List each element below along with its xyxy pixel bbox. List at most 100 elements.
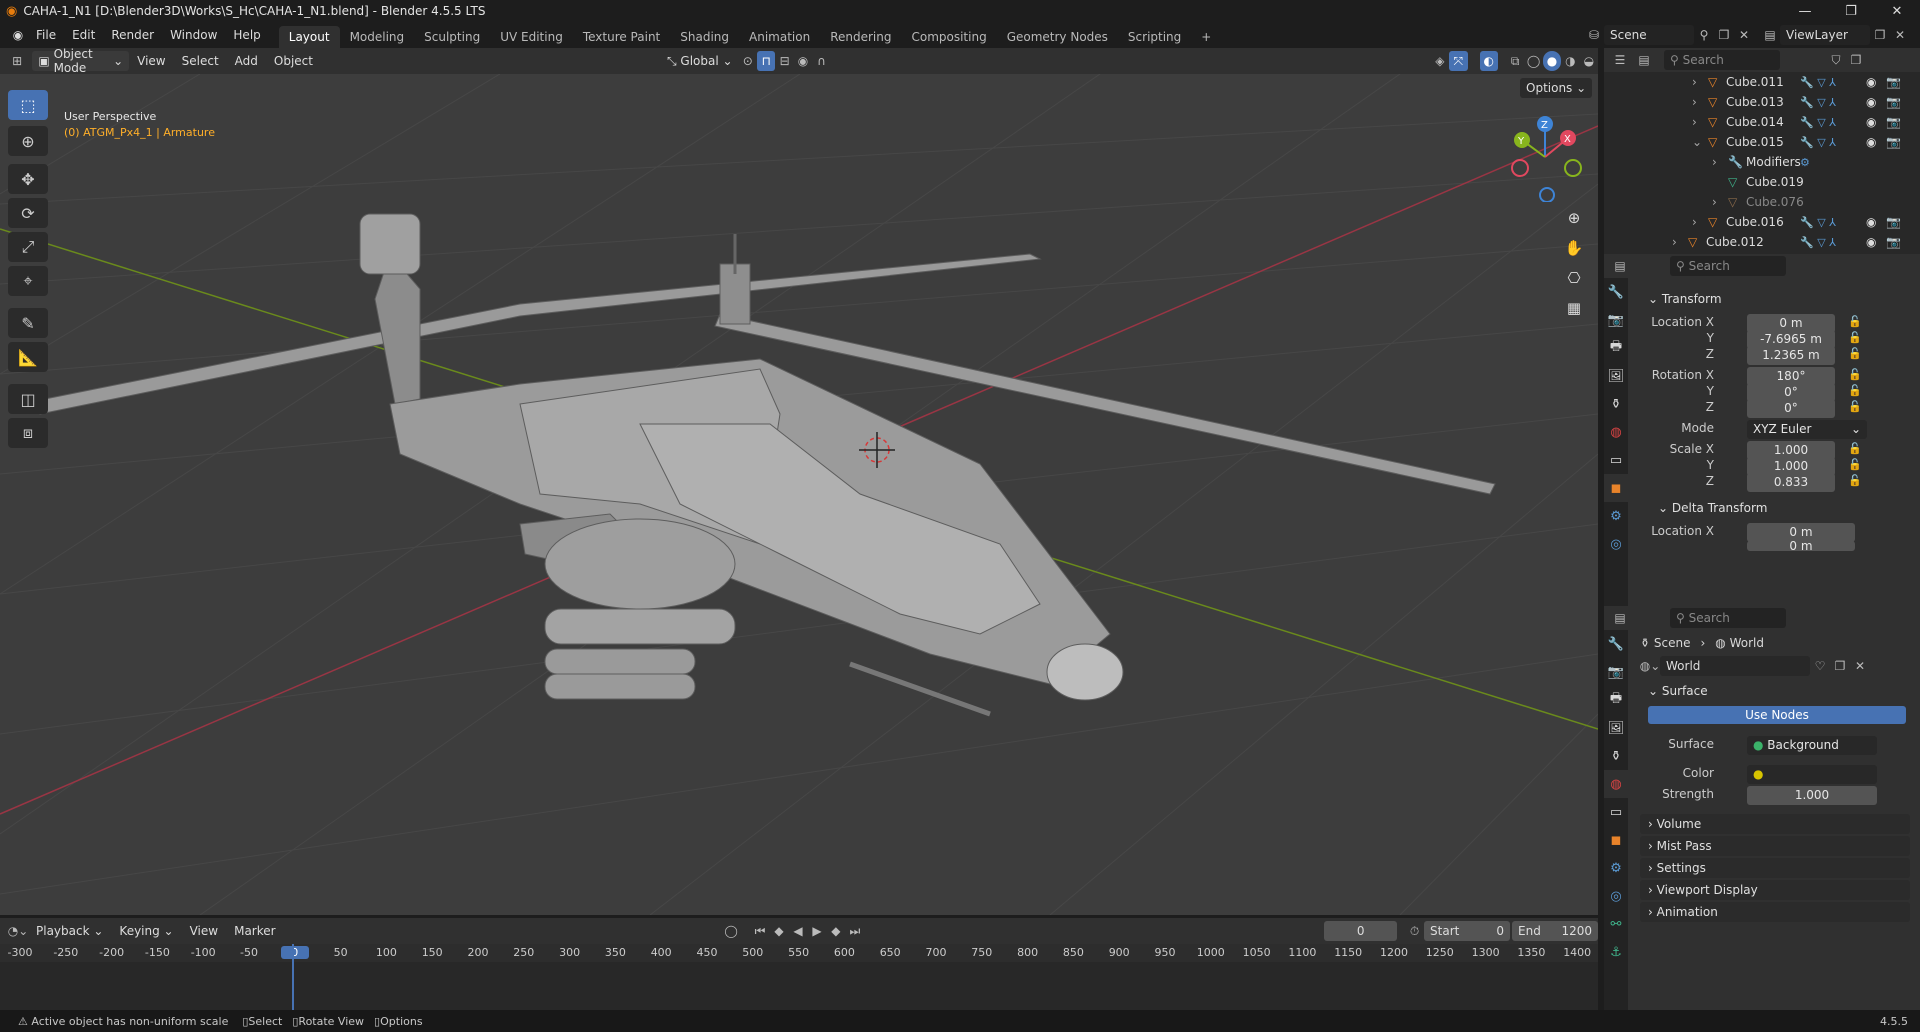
pivot-icon[interactable]: ⊙ <box>739 51 757 71</box>
outliner-row[interactable]: › ▽ Cube.016 🔧 ▽ ⅄ ◉ 📷 <box>1604 212 1904 232</box>
measure-tool-icon[interactable]: 📐 <box>8 342 48 372</box>
location-z-field[interactable]: 1.2365 m <box>1747 346 1835 365</box>
object-data-icons[interactable]: 🔧 ▽ ⅄ <box>1800 96 1836 109</box>
scale-z-field[interactable]: 0.833 <box>1747 473 1835 492</box>
auto-key-icon[interactable]: ◯ <box>722 921 741 941</box>
cursor-tool-icon[interactable]: ⊕ <box>8 126 48 156</box>
world-section-header[interactable]: › Settings <box>1640 858 1910 878</box>
world-section-header[interactable]: › Viewport Display <box>1640 880 1910 900</box>
visibility-icon[interactable]: ◈ <box>1431 51 1449 71</box>
playback-menu[interactable]: Playback ⌄ <box>28 918 111 944</box>
expand-arrow-icon[interactable]: › <box>1692 215 1697 229</box>
editor-type-icon[interactable]: ⊞ <box>8 51 26 71</box>
viewport-menu-add[interactable]: Add <box>227 48 266 74</box>
outliner-row[interactable]: › ▽ Cube.076 <box>1604 192 1904 212</box>
outliner-row[interactable]: › ▽ Cube.011 🔧 ▽ ⅄ ◉ 📷 <box>1604 72 1904 92</box>
new-viewlayer-icon[interactable]: ❐ <box>1870 25 1890 45</box>
delete-scene-icon[interactable]: ✕ <box>1734 25 1754 45</box>
render-tab-icon[interactable]: 📷 <box>1604 306 1628 334</box>
add-primitive-tool-icon[interactable]: ⧈ <box>8 418 48 448</box>
move-tool-icon[interactable]: ✥ <box>8 164 48 194</box>
render-camera-icon[interactable]: 📷 <box>1886 235 1901 249</box>
material-shading-icon[interactable]: ◑ <box>1561 51 1579 71</box>
snap-target-icon[interactable]: ⊟ <box>775 51 793 71</box>
lock-icon[interactable]: 🔓 <box>1848 399 1868 415</box>
fake-user-icon[interactable]: ♡ <box>1810 656 1830 676</box>
play-reverse-icon[interactable]: ◀ <box>788 921 807 941</box>
properties-editor-icon[interactable]: ▤ <box>1610 256 1630 276</box>
output-tab-icon[interactable]: 🖶 <box>1604 334 1628 362</box>
outliner-item-name[interactable]: Cube.012 <box>1706 235 1764 249</box>
navigation-gizmo[interactable]: Z X Y <box>1500 112 1590 202</box>
lock-icon[interactable]: 🔓 <box>1848 314 1868 330</box>
lock-icon[interactable]: 🔓 <box>1848 473 1868 489</box>
world-name-field[interactable]: World <box>1660 656 1810 676</box>
3d-viewport[interactable]: User Perspective (0) ATGM_Px4_1 | Armatu… <box>0 74 1598 915</box>
pan-hand-icon[interactable]: ✋ <box>1560 234 1588 262</box>
constraints-tab-icon[interactable]: ⚯ <box>1604 910 1628 938</box>
play-icon[interactable]: ▶ <box>807 921 826 941</box>
visibility-eye-icon[interactable]: ◉ <box>1866 235 1876 249</box>
wireframe-shading-icon[interactable]: ◯ <box>1524 51 1542 71</box>
world-tab-icon[interactable]: ◍ <box>1604 418 1628 446</box>
tab-modeling[interactable]: Modeling <box>340 26 415 48</box>
prev-keyframe-icon[interactable]: ◆ <box>770 921 789 941</box>
maximize-button[interactable]: ❐ <box>1828 0 1874 22</box>
object-data-icons[interactable]: 🔧 ▽ ⅄ <box>1800 136 1836 149</box>
unlink-world-icon[interactable]: ✕ <box>1850 656 1870 676</box>
render-camera-icon[interactable]: 📷 <box>1886 115 1901 129</box>
visibility-eye-icon[interactable]: ◉ <box>1866 115 1876 129</box>
tab-animation[interactable]: Animation <box>739 26 820 48</box>
scene-tab-icon[interactable]: ⚱ <box>1604 742 1628 770</box>
delta-transform-section-header[interactable]: ⌄ Delta Transform <box>1658 501 1767 515</box>
solid-shading-icon[interactable]: ● <box>1542 51 1562 71</box>
data-tab-icon[interactable]: ⚓ <box>1604 938 1628 966</box>
outliner-item-name[interactable]: Cube.016 <box>1726 215 1784 229</box>
object-data-icons[interactable]: 🔧 ▽ ⅄ <box>1800 76 1836 89</box>
delta-location-y-field[interactable]: 0 m <box>1747 541 1855 551</box>
falloff-icon[interactable]: ∩ <box>812 51 830 71</box>
viewport-menu-object[interactable]: Object <box>266 48 321 74</box>
zoom-icon[interactable]: ⊕ <box>1560 204 1588 232</box>
output-tab-icon[interactable]: 🖶 <box>1604 686 1628 714</box>
collection-tab-icon[interactable]: ▭ <box>1604 446 1628 474</box>
lock-icon[interactable]: 🔓 <box>1848 346 1868 362</box>
physics-tab-icon[interactable]: ◎ <box>1604 882 1628 910</box>
transform-tool-icon[interactable]: ⌖ <box>8 266 48 296</box>
outliner-item-name[interactable]: Modifiers <box>1746 155 1801 169</box>
viewport-menu-select[interactable]: Select <box>174 48 227 74</box>
delete-viewlayer-icon[interactable]: ✕ <box>1890 25 1910 45</box>
menu-window[interactable]: Window <box>162 22 225 48</box>
add-cube-tool-icon[interactable]: ◫ <box>8 384 48 414</box>
tab-compositing[interactable]: Compositing <box>901 26 996 48</box>
keying-menu[interactable]: Keying ⌄ <box>111 918 181 944</box>
timeline-track-area[interactable]: -300 -250 -200 -150 -100 -50 0 50 100 150 200 250 30… <box>0 944 1598 1010</box>
object-tab-icon[interactable]: ◼ <box>1604 474 1628 502</box>
world-tab-icon[interactable]: ◍ <box>1604 770 1628 798</box>
select-box-tool-icon[interactable]: ⬚ <box>8 90 48 120</box>
ortho-grid-icon[interactable]: ▦ <box>1560 294 1588 322</box>
rendered-shading-icon[interactable]: ◒ <box>1580 51 1598 71</box>
xray-icon[interactable]: ⧉ <box>1506 51 1524 71</box>
annotate-tool-icon[interactable]: ✎ <box>8 308 48 338</box>
tab-texture-paint[interactable]: Texture Paint <box>573 26 670 48</box>
transform-orientation-dropdown[interactable]: ⤡ Global ⌄ <box>660 51 739 71</box>
expand-arrow-icon[interactable]: › <box>1692 75 1697 89</box>
scene-tab-icon[interactable]: ⚱ <box>1604 390 1628 418</box>
render-camera-icon[interactable]: 📷 <box>1886 135 1901 149</box>
expand-arrow-icon[interactable]: › <box>1692 115 1697 129</box>
tab-sculpting[interactable]: Sculpting <box>414 26 490 48</box>
world-search-input[interactable]: ⚲ Search <box>1670 608 1786 628</box>
current-frame-field[interactable]: 0 <box>1324 921 1398 941</box>
visibility-eye-icon[interactable]: ◉ <box>1866 215 1876 229</box>
playhead-line[interactable] <box>292 944 294 1010</box>
render-camera-icon[interactable]: 📷 <box>1886 95 1901 109</box>
lock-icon[interactable]: 🔓 <box>1848 441 1868 457</box>
properties-search-input[interactable]: ⚲ Search <box>1670 256 1786 276</box>
filter-icon[interactable]: ⛉ <box>1826 50 1846 70</box>
outliner-row[interactable]: ▽ Cube.019 <box>1604 172 1904 192</box>
start-frame-field[interactable]: Start 0 <box>1424 921 1511 941</box>
mode-dropdown[interactable]: ▣ Object Mode ⌄ <box>32 47 130 75</box>
world-section-header[interactable]: › Volume <box>1640 814 1910 834</box>
end-frame-field[interactable]: End 1200 <box>1512 921 1598 941</box>
